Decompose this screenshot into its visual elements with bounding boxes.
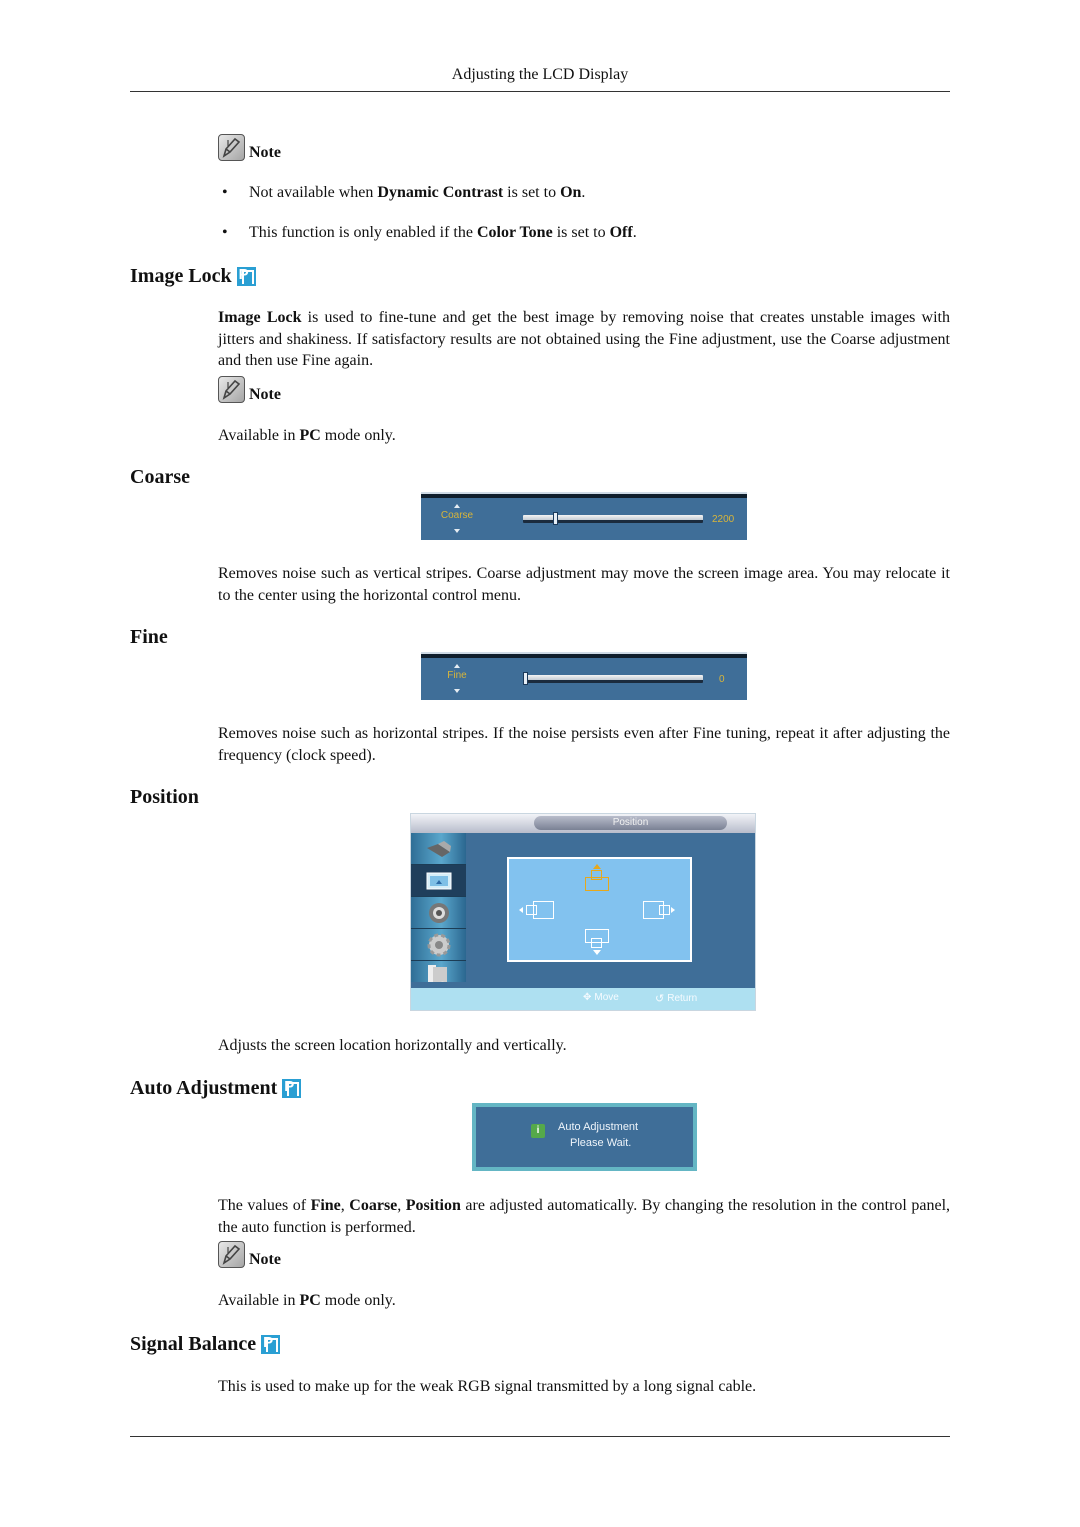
slider-thumb[interactable] [552, 512, 558, 525]
position-description: Adjusts the screen location horizontally… [218, 1037, 567, 1054]
position-osd-menu: Position ✥ Move ↺ Return [410, 813, 756, 1011]
bullet-text: This function is only enabled if the Col… [249, 224, 637, 241]
heading-text: Fine [130, 626, 168, 648]
osd-sidebar [411, 833, 466, 993]
arrow-down-icon [593, 950, 601, 955]
input-icon[interactable] [411, 833, 466, 865]
image-lock-description: Image Lock is used to fine-tune and get … [218, 307, 950, 372]
signal-balance-description: This is used to make up for the weak RGB… [218, 1378, 757, 1395]
section-heading-auto-adjustment: Auto Adjustment P [130, 1077, 302, 1100]
picture-icon[interactable] [411, 865, 466, 897]
osd-message: Auto Adjustment [558, 1121, 639, 1133]
section-heading-image-lock: Image Lock P [130, 265, 256, 288]
section-heading-signal-balance: Signal Balance P [130, 1333, 281, 1356]
osd-title: Position [534, 816, 727, 830]
term-bold: Image Lock [218, 309, 302, 326]
note-heading: Note [218, 1241, 281, 1268]
hint-move: ✥ Move [583, 992, 619, 1003]
arrow-up-icon [454, 504, 460, 508]
slider-track[interactable] [523, 515, 703, 523]
slider-thumb[interactable] [523, 672, 528, 685]
note-pencil-icon [218, 376, 245, 403]
note-pencil-icon [218, 1241, 245, 1268]
heading-text: Image Lock [130, 265, 232, 287]
osd-label: Fine [447, 670, 467, 681]
info-icon: i [531, 1124, 545, 1138]
note-label: Note [249, 1251, 281, 1268]
return-icon: ↺ [655, 993, 665, 1005]
header-rule [130, 91, 950, 92]
pc-mode-icon: P [282, 1078, 302, 1098]
coarse-osd-slider: Coarse 2200 [421, 492, 747, 540]
running-header: Adjusting the LCD Display [451, 66, 629, 83]
footer-rule [130, 1436, 950, 1437]
note-heading: Note [218, 376, 281, 403]
heading-text: Position [130, 786, 199, 808]
note-label: Note [249, 386, 281, 403]
arrow-up-icon [593, 864, 601, 869]
section-heading-position: Position [130, 786, 199, 809]
osd-hint-bar: ✥ Move ↺ Return [411, 982, 755, 1010]
frame-inner [591, 870, 602, 880]
fine-osd-slider: Fine 0 [421, 652, 747, 700]
slider-value: 2200 [712, 514, 735, 525]
bullet-text: Not available when Dynamic Contrast is s… [249, 184, 586, 201]
setup-icon[interactable] [411, 929, 466, 961]
osd-title-bar: Position [411, 814, 755, 833]
note-pencil-icon [218, 134, 245, 161]
bullet-icon: • [222, 224, 228, 241]
fine-description: Removes noise such as horizontal stripes… [218, 725, 950, 764]
frame-inner [659, 905, 670, 915]
osd-label: Coarse [440, 510, 474, 521]
slider-track[interactable] [523, 675, 703, 683]
pc-mode-icon: P [261, 1334, 281, 1354]
section-heading-coarse: Coarse [130, 466, 190, 489]
arrow-up-icon [454, 664, 460, 668]
note-text: Available in PC mode only. [218, 427, 396, 444]
note-heading: Note [218, 134, 281, 161]
heading-text: Signal Balance [130, 1333, 257, 1355]
section-heading-fine: Fine [130, 626, 168, 649]
arrow-right-icon [671, 907, 675, 913]
sound-icon[interactable] [411, 897, 466, 929]
coarse-description: Removes noise such as vertical stripes. … [218, 565, 950, 604]
heading-text: Auto Adjustment [130, 1077, 278, 1099]
heading-text: Coarse [130, 466, 190, 488]
hint-return: ↺ Return [655, 993, 698, 1005]
frame-inner [526, 905, 537, 915]
bullet-icon: • [222, 184, 228, 201]
note-bullet-item: • Not available when Dynamic Contrast is… [222, 184, 585, 202]
frame-inner [591, 938, 602, 948]
arrow-down-icon [454, 529, 460, 533]
arrow-down-icon [454, 689, 460, 693]
osd-submessage: Please Wait. [570, 1137, 632, 1149]
arrow-left-icon [519, 907, 523, 913]
auto-adjustment-osd: i Auto Adjustment Please Wait. [472, 1103, 697, 1171]
auto-adjustment-description: The values of Fine, Coarse, Position are… [218, 1197, 951, 1236]
note-label: Note [249, 144, 281, 161]
position-grid [507, 857, 692, 962]
note-text: Available in PC mode only. [218, 1292, 396, 1309]
move-arrows-icon: ✥ [583, 992, 592, 1003]
pc-mode-icon: P [236, 266, 256, 286]
note-bullet-item: • This function is only enabled if the C… [222, 224, 637, 242]
slider-value: 0 [719, 674, 725, 685]
description-text: is used to fine-tune and get the best im… [218, 309, 951, 369]
